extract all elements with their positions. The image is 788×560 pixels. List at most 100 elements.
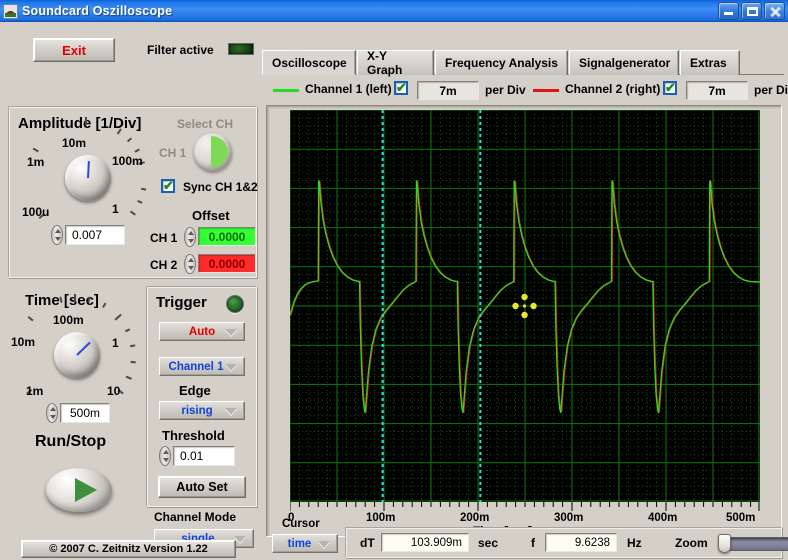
cursor-bar: Cursor time dT 103.909m sec f 9.6238 Hz … xyxy=(262,516,788,558)
trigger-edge-label: Edge xyxy=(179,383,211,398)
scope-icon xyxy=(3,3,18,19)
cursor-marker-dot xyxy=(521,293,528,301)
tab-frequency-analysis[interactable]: Frequency Analysis xyxy=(435,50,568,75)
trigger-mode-select[interactable]: Auto xyxy=(159,322,245,341)
time-panel: Time [sec] 100m 10m 1 1m 10 500m xyxy=(8,284,143,434)
cursor-mode-select[interactable]: time xyxy=(272,534,338,553)
trigger-threshold-value: 0.01 xyxy=(180,449,204,463)
copyright-footer: © 2007 C. Zeitnitz Version 1.22 xyxy=(21,540,236,558)
exit-button[interactable]: Exit xyxy=(33,38,115,62)
trigger-led xyxy=(226,295,244,313)
cursor-marker-dot xyxy=(521,311,528,319)
tab-strip: Oscilloscope X-Y Graph Frequency Analysi… xyxy=(262,49,784,77)
chevron-down-icon xyxy=(225,408,237,415)
plot-area[interactable] xyxy=(290,110,760,502)
select-ch-value: CH 1 xyxy=(159,146,187,160)
amplitude-tick-10m: 10m xyxy=(62,136,87,150)
trigger-threshold-field[interactable]: 0.01 xyxy=(173,446,235,466)
trigger-title: Trigger xyxy=(156,294,207,311)
oscilloscope-graph: 0100m200m300m400m500m Time [sec] xyxy=(266,105,782,538)
minimize-button[interactable] xyxy=(718,2,739,20)
app-window: Soundcard Oszilloscope Exit Filter activ… xyxy=(0,0,788,560)
channel-legend-row: Channel 1 (left) 7m per Div Channel 2 (r… xyxy=(262,75,788,103)
trigger-threshold-label: Threshold xyxy=(162,428,225,443)
dt-value: 103.909m xyxy=(410,536,462,549)
amplitude-panel: Amplitude [1/Div] 10m 1m 100m 100u 1 0.0… xyxy=(8,106,258,278)
amplitude-tick-100m: 100m xyxy=(112,154,143,168)
select-ch-label: Select CH xyxy=(177,117,234,131)
amplitude-knob[interactable] xyxy=(65,155,111,201)
f-value-field: 9.6238 xyxy=(545,533,617,552)
channel2-label: Channel 2 (right) xyxy=(565,82,661,96)
chevron-down-icon xyxy=(318,541,330,548)
trigger-edge-value: rising xyxy=(181,404,213,417)
channel1-enable-checkbox[interactable] xyxy=(394,80,408,96)
f-label: f xyxy=(531,536,535,550)
time-value-field[interactable]: 500m xyxy=(60,403,110,423)
window-title: Soundcard Oszilloscope xyxy=(22,4,173,18)
tab-extras[interactable]: Extras xyxy=(680,50,740,75)
trigger-mode-value: Auto xyxy=(188,325,216,338)
time-knob[interactable] xyxy=(54,332,100,378)
close-button[interactable] xyxy=(764,2,785,20)
offset-ch1-field[interactable]: 0.0000 xyxy=(198,227,256,246)
offset-ch2-field[interactable]: 0.0000 xyxy=(198,254,256,273)
chevron-down-icon xyxy=(225,329,237,336)
tab-label: Signalgenerator xyxy=(579,56,671,70)
f-unit: Hz xyxy=(627,536,642,550)
trigger-edge-select[interactable]: rising xyxy=(159,401,245,420)
channel2-perdiv-label: per Div xyxy=(754,83,788,97)
tab-label: X-Y Graph xyxy=(367,49,403,77)
dt-unit: sec xyxy=(478,536,499,550)
amplitude-value-field[interactable]: 0.007 xyxy=(65,225,125,245)
channel2-enable-checkbox[interactable] xyxy=(663,80,677,96)
run-stop-label: Run/Stop xyxy=(35,433,107,450)
cursor-marker-dot xyxy=(512,302,519,310)
time-knob-group xyxy=(26,294,136,395)
cursor-mode-value: time xyxy=(287,537,312,550)
amplitude-tick-100u: 100u xyxy=(22,205,50,219)
offset-ch2-value: 0.0000 xyxy=(208,256,246,271)
cursor-label: Cursor xyxy=(282,518,320,530)
window-buttons xyxy=(718,2,785,20)
maximize-button[interactable] xyxy=(741,2,762,20)
zoom-slider-thumb[interactable] xyxy=(718,534,731,553)
cursor-marker-dot xyxy=(530,302,537,310)
run-stop-button[interactable] xyxy=(46,468,112,512)
tab-xy-graph[interactable]: X-Y Graph xyxy=(357,49,434,77)
channel2-color-swatch xyxy=(533,89,559,92)
channel1-perdiv-field[interactable]: 7m xyxy=(417,81,479,100)
offset-ch1-stepper[interactable] xyxy=(184,227,196,247)
trigger-source-select[interactable]: Channel 1 xyxy=(159,357,245,376)
trigger-threshold-stepper[interactable] xyxy=(159,446,171,466)
time-tick-100m: 100m xyxy=(53,313,84,327)
amplitude-value-stepper[interactable] xyxy=(51,225,63,245)
time-value-stepper[interactable] xyxy=(46,403,58,423)
trigger-source-value: Channel 1 xyxy=(168,360,224,373)
window-client: Exit Filter active Amplitude [1/Div] 10m… xyxy=(0,22,788,560)
select-ch-knob[interactable] xyxy=(194,133,232,171)
run-stop-group: Run/Stop xyxy=(8,430,143,512)
tab-label: Frequency Analysis xyxy=(445,56,558,70)
channel2-perdiv-value: 7m xyxy=(708,83,726,98)
channel2-perdiv-field[interactable]: 7m xyxy=(686,81,748,100)
time-tick-10: 10 xyxy=(107,384,121,398)
f-value: 9.6238 xyxy=(574,536,610,549)
channel1-perdiv-label: per Div xyxy=(485,83,526,97)
offset-ch2-label: CH 2 xyxy=(150,258,178,272)
offset-title: Offset xyxy=(192,208,230,223)
offset-ch2-stepper[interactable] xyxy=(184,254,196,274)
amplitude-value-text: 0.007 xyxy=(72,228,103,242)
time-tick-10m: 10m xyxy=(11,335,36,349)
offset-ch1-label: CH 1 xyxy=(150,231,178,245)
sync-checkbox[interactable] xyxy=(161,178,175,194)
amplitude-tick-1: 1 xyxy=(112,202,119,216)
auto-set-button[interactable]: Auto Set xyxy=(158,476,246,498)
tab-label: Oscilloscope xyxy=(272,55,347,70)
tab-signalgenerator[interactable]: Signalgenerator xyxy=(569,50,679,75)
time-value-text: 500m xyxy=(69,406,101,420)
channel1-color-swatch xyxy=(273,89,299,92)
tab-oscilloscope[interactable]: Oscilloscope xyxy=(262,50,356,75)
time-tick-1: 1 xyxy=(112,336,119,350)
channel1-perdiv-value: 7m xyxy=(439,83,457,98)
